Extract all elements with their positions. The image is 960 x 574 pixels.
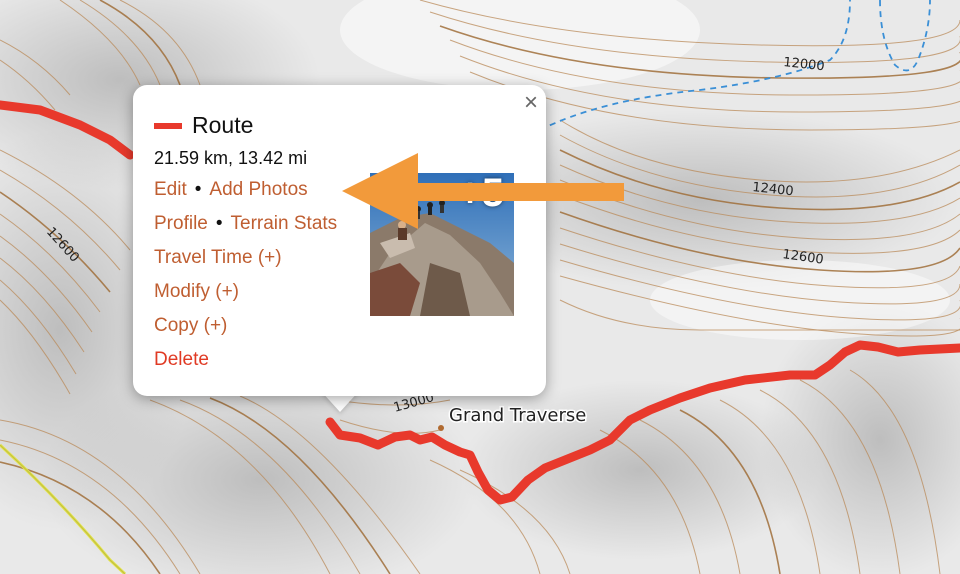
- photo-count-badge: +5: [458, 173, 504, 215]
- travel-time-link[interactable]: Travel Time (+): [154, 247, 282, 268]
- menu-row-delete: Delete: [154, 349, 209, 371]
- menu-row-modify: Modify (+): [154, 281, 239, 303]
- terrain-stats-link[interactable]: Terrain Stats: [231, 213, 338, 234]
- route-distance: 21.59 km, 13.42 mi: [154, 148, 308, 168]
- popup-title: Route: [192, 112, 254, 138]
- delete-link[interactable]: Delete: [154, 349, 209, 370]
- separator: •: [194, 179, 202, 200]
- edit-link[interactable]: Edit: [154, 179, 187, 200]
- route-popup: × Route 21.59 km, 13.42 mi Edit • Add Phot…: [133, 85, 546, 396]
- place-label-grand-traverse: Grand Traverse: [449, 405, 586, 426]
- separator: •: [215, 213, 223, 234]
- route-photo-thumbnail[interactable]: +5: [370, 173, 514, 316]
- modify-link[interactable]: Modify (+): [154, 281, 239, 302]
- menu-row-travel-time: Travel Time (+): [154, 247, 282, 269]
- menu-row-profile: Profile • Terrain Stats: [154, 213, 337, 235]
- menu-row-edit: Edit • Add Photos: [154, 179, 308, 201]
- copy-link[interactable]: Copy (+): [154, 315, 227, 336]
- route-color-swatch: [154, 123, 182, 129]
- profile-link[interactable]: Profile: [154, 213, 208, 234]
- close-icon[interactable]: ×: [524, 91, 538, 115]
- summit-marker: [438, 425, 444, 431]
- add-photos-link[interactable]: Add Photos: [209, 179, 307, 200]
- menu-row-copy: Copy (+): [154, 315, 227, 337]
